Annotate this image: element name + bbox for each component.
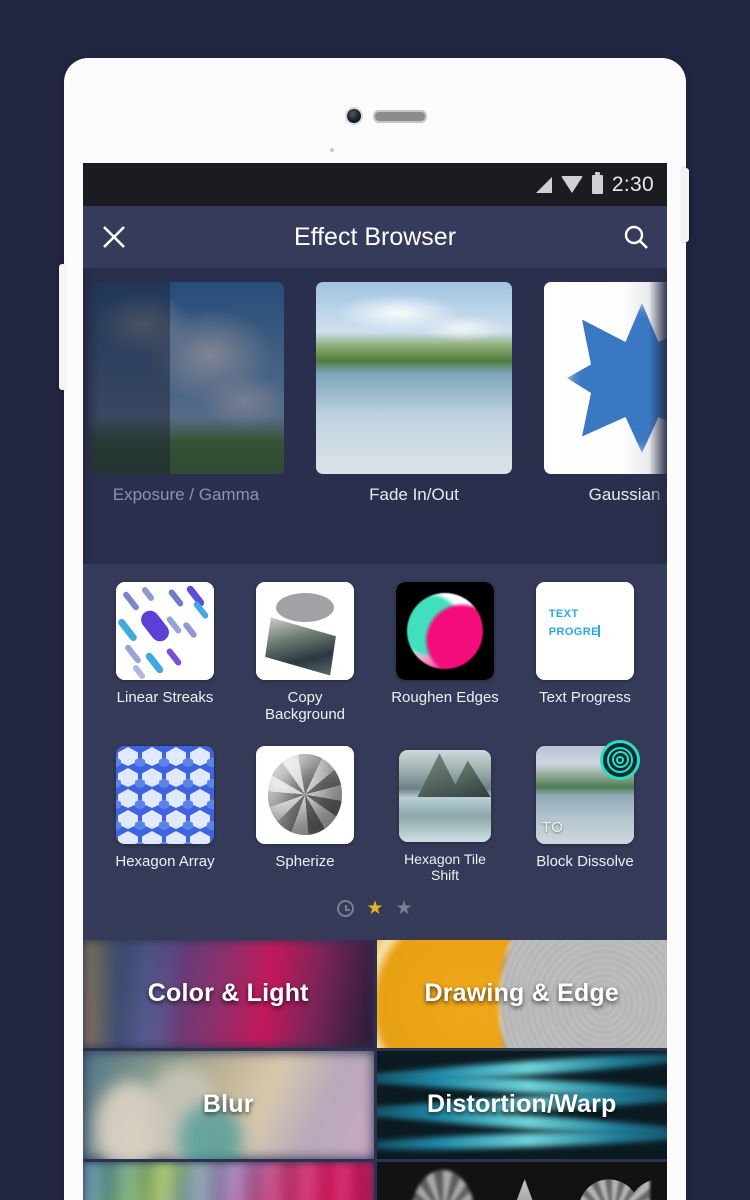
category-tile-3d[interactable]: 3D: [376, 1161, 667, 1200]
device-power-button[interactable]: [681, 168, 689, 242]
effect-label: Copy Background: [264, 689, 346, 724]
effect-label: Spherize: [275, 852, 335, 870]
carousel-thumbnail: [316, 282, 512, 474]
category-label: Blur: [202, 1090, 254, 1119]
effect-item-copy-background[interactable]: Copy Background: [242, 582, 368, 724]
effect-thumbnail: [399, 749, 491, 842]
effect-item-hexagon-array[interactable]: Hexagon Array: [102, 745, 228, 883]
effect-thumbnail: [396, 582, 494, 680]
search-icon: [624, 225, 648, 249]
signal-icon: [535, 176, 552, 193]
effect-thumbnail: [116, 582, 214, 680]
category-artwork: [376, 1161, 667, 1200]
close-button[interactable]: [83, 206, 145, 268]
effect-thumbnail: [116, 745, 214, 844]
device-screen: 2:30 Effect Browser Exposure / Gamma Fad…: [83, 163, 667, 1200]
cone-shape-icon: [492, 1178, 557, 1200]
front-camera-icon: [345, 107, 363, 125]
thumb-text-to: TO: [541, 818, 564, 836]
effect-label: Block Dissolve: [536, 852, 634, 870]
effect-item-roughen-edges[interactable]: Roughen Edges: [382, 582, 508, 724]
close-icon: [103, 226, 125, 248]
gaussian-blur-artwork: [544, 282, 667, 474]
paint-blob-icon: [406, 592, 484, 670]
effect-thumbnail: TEXT PROGRE: [536, 582, 634, 680]
proximity-sensor-icon: [330, 148, 334, 152]
text-progress-artwork: TEXT PROGRE: [536, 582, 634, 680]
app-bar: Effect Browser: [83, 206, 667, 268]
effect-label: Linear Streaks: [116, 689, 214, 706]
hexagon-pattern-icon: [116, 745, 214, 844]
effect-item-text-progress[interactable]: TEXT PROGRE Text Progress: [522, 582, 648, 724]
thumb-text-line-2: PROGRE: [548, 626, 599, 639]
star-shape-icon: [567, 303, 667, 453]
carousel-item-label: Fade In/Out: [369, 485, 459, 504]
text-caret-icon: [597, 625, 600, 638]
spiral-badge-icon: [600, 739, 640, 780]
effect-item-spherize[interactable]: Spherize: [242, 745, 368, 883]
effect-grid: Linear Streaks Copy Background Roughen E…: [83, 564, 667, 940]
photo-plane-icon: [264, 617, 336, 676]
effect-thumbnail: TO: [536, 739, 640, 844]
wifi-icon: [560, 176, 583, 193]
sphere-shape-icon: [411, 1170, 476, 1200]
spherize-artwork: [256, 745, 354, 844]
ellipse-shape-icon: [275, 592, 335, 623]
status-bar: 2:30: [83, 163, 667, 206]
effect-label: Hexagon Tile Shift: [404, 850, 486, 883]
search-button[interactable]: [605, 206, 667, 268]
carousel-item-exposure-gamma[interactable]: Exposure / Gamma: [88, 282, 284, 505]
roughen-edges-artwork: [396, 582, 494, 680]
carousel-item-gaussian-blur[interactable]: Gaussian Blur: [544, 282, 667, 505]
carousel-thumbnail: [544, 282, 667, 474]
linear-streaks-artwork: [116, 582, 214, 680]
star-icon-active[interactable]: ★: [366, 899, 383, 918]
copy-background-artwork: [256, 582, 354, 680]
status-bar-clock: 2:30: [611, 172, 654, 196]
battery-icon: [591, 172, 603, 194]
effect-grid-row: Hexagon Array Spherize Hexagon Tile Shif…: [83, 739, 667, 883]
fade-in-out-artwork: [316, 282, 512, 474]
thumb-text-line-1: TEXT: [548, 608, 579, 621]
effect-thumbnail: [256, 582, 354, 680]
mountain-shape-icon: [448, 760, 491, 798]
carousel-item-label: Exposure / Gamma: [112, 485, 260, 504]
effect-label: Roughen Edges: [391, 689, 499, 706]
checker-sphere-icon: [267, 754, 343, 835]
effect-label: Text Progress: [539, 689, 631, 706]
category-tile-procedural[interactable]: Procedural: [83, 1161, 374, 1200]
effect-item-block-dissolve[interactable]: TO Block Dissolve: [522, 739, 648, 883]
dim-overlay: [88, 282, 284, 474]
effect-item-hexagon-tile-shift[interactable]: Hexagon Tile Shift: [382, 746, 508, 883]
heart-shape-icon: [574, 1175, 650, 1200]
carousel-item-label: Gaussian Blur: [588, 485, 667, 504]
hexagon-array-artwork: [116, 745, 214, 844]
clock-icon[interactable]: [337, 899, 355, 917]
carousel-item-fade-in-out[interactable]: Fade In/Out: [316, 282, 512, 505]
earpiece-speaker-icon: [373, 110, 427, 123]
category-tile-blur[interactable]: Blur: [83, 1050, 374, 1159]
category-label: Color & Light: [147, 979, 309, 1008]
category-tile-color-light[interactable]: Color & Light: [83, 939, 374, 1048]
category-artwork: [83, 1161, 374, 1200]
screenshot-root: 2:30 Effect Browser Exposure / Gamma Fad…: [0, 0, 750, 1200]
effect-item-linear-streaks[interactable]: Linear Streaks: [102, 582, 228, 724]
featured-carousel[interactable]: Exposure / Gamma Fade In/Out Gaussian Bl…: [83, 268, 667, 564]
category-grid: Color & Light Drawing & Edge Blur Distor…: [83, 939, 667, 1200]
category-tile-distortion-warp[interactable]: Distortion/Warp: [376, 1050, 667, 1159]
star-icon-inactive[interactable]: ★: [396, 899, 413, 918]
effect-grid-row: Linear Streaks Copy Background Roughen E…: [83, 582, 667, 724]
category-tile-drawing-edge[interactable]: Drawing & Edge: [376, 939, 667, 1048]
effect-thumbnail: [256, 745, 354, 844]
device-volume-button[interactable]: [59, 264, 66, 390]
effect-label: Hexagon Array: [115, 852, 215, 870]
carousel-page-indicator[interactable]: ★ ★: [83, 891, 667, 930]
hexagon-tile-shift-artwork: [399, 749, 491, 842]
page-title: Effect Browser: [293, 222, 457, 251]
category-label: Drawing & Edge: [424, 979, 619, 1008]
carousel-thumbnail: [88, 282, 284, 474]
category-label: Distortion/Warp: [426, 1090, 617, 1119]
carousel-track[interactable]: Exposure / Gamma Fade In/Out Gaussian Bl…: [83, 282, 667, 564]
